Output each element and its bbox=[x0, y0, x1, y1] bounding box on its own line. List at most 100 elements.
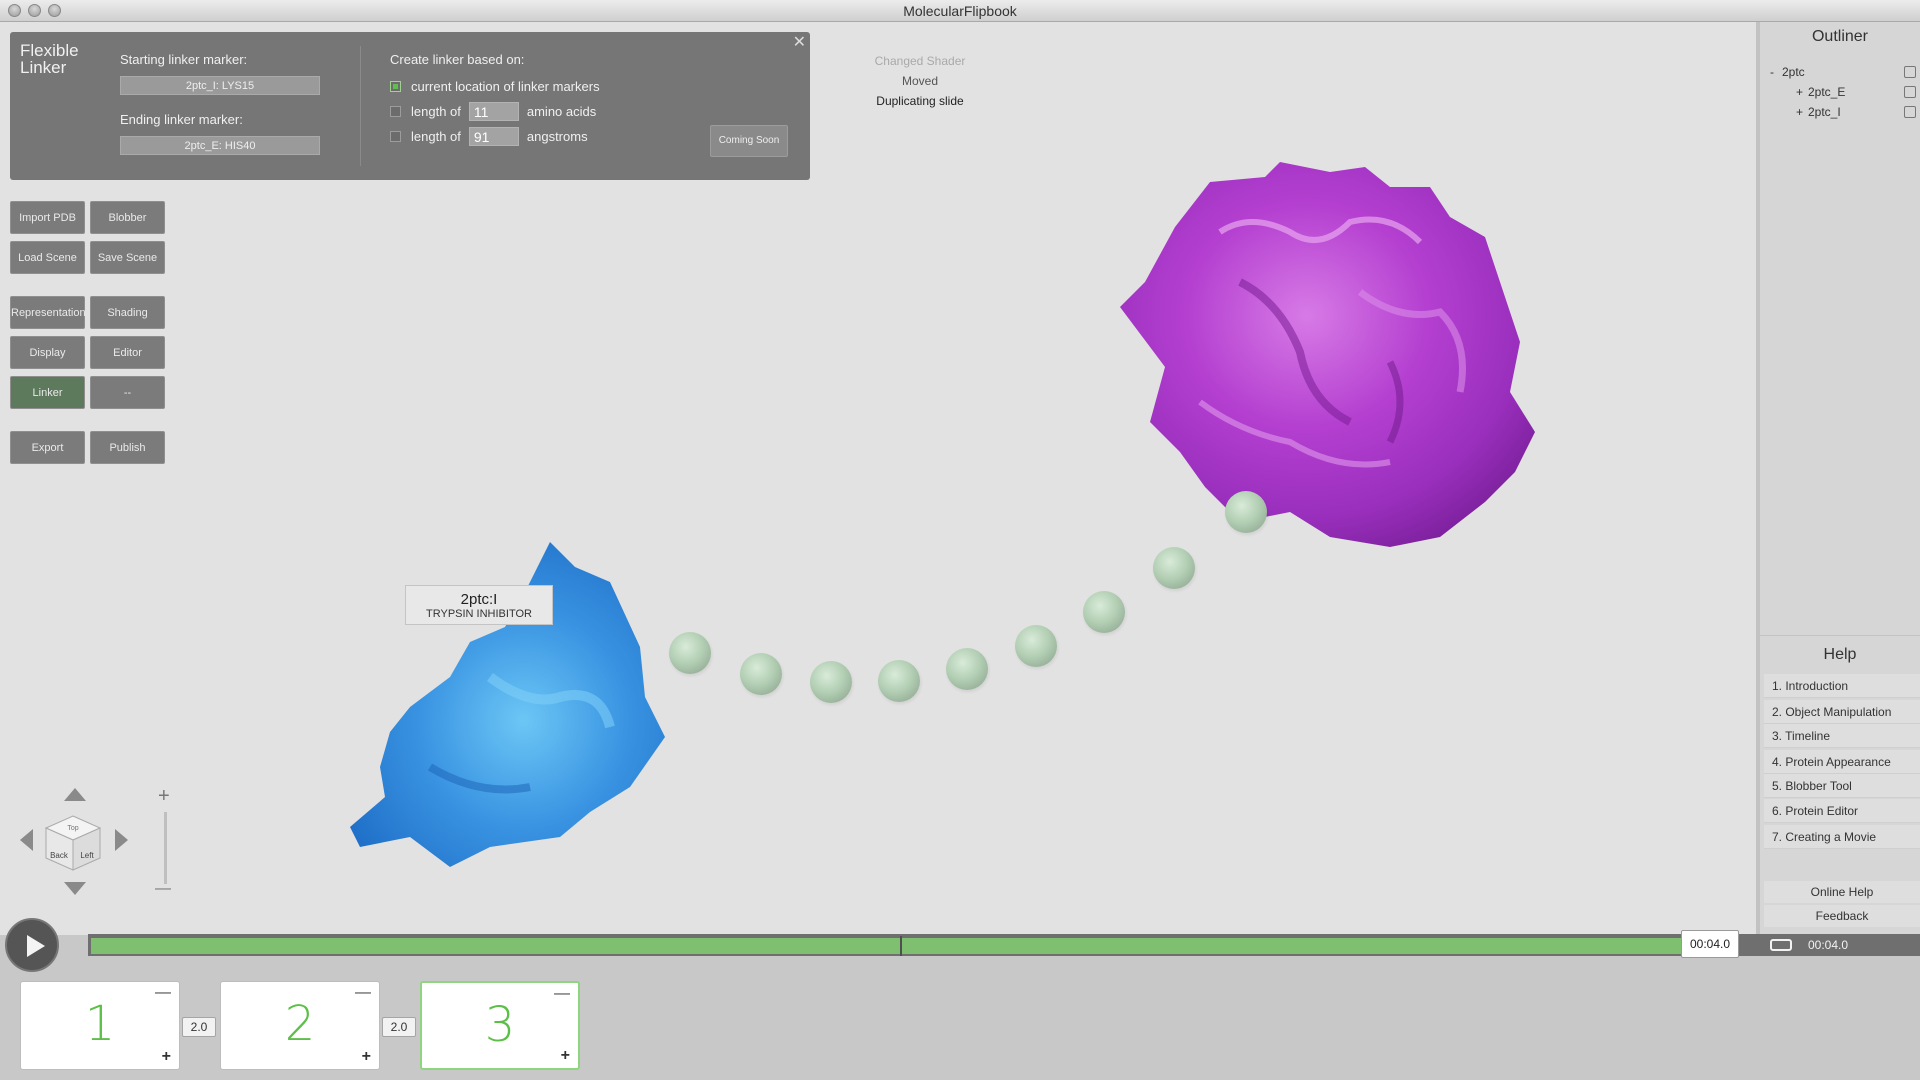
length-of-label: length of bbox=[411, 103, 461, 119]
remove-slide-button[interactable]: — bbox=[554, 985, 570, 1003]
rotate-right-icon[interactable] bbox=[115, 829, 128, 851]
zoom-slider-track[interactable] bbox=[164, 812, 167, 884]
remove-slide-button[interactable]: — bbox=[355, 984, 371, 1002]
online-help-link[interactable]: Online Help bbox=[1764, 881, 1920, 903]
loop-icon[interactable] bbox=[1770, 939, 1792, 951]
lock-icon[interactable] bbox=[1904, 86, 1916, 98]
linker-sphere[interactable] bbox=[1015, 625, 1057, 667]
help-title: Help bbox=[1823, 646, 1857, 663]
angstroms-checkbox[interactable] bbox=[390, 130, 401, 142]
editor-button[interactable]: Editor bbox=[90, 336, 165, 369]
remove-slide-button[interactable]: — bbox=[155, 984, 171, 1002]
add-slide-button[interactable]: + bbox=[362, 1048, 371, 1066]
amino-acids-input[interactable]: 11 bbox=[468, 101, 519, 121]
play-icon bbox=[27, 935, 45, 957]
outliner-title: Outliner bbox=[1811, 28, 1869, 45]
linker-sphere[interactable] bbox=[740, 653, 782, 695]
save-scene-button[interactable]: Save Scene bbox=[90, 241, 165, 274]
linker-sphere[interactable] bbox=[810, 661, 852, 703]
view-cube[interactable]: Top Back Left bbox=[42, 812, 104, 874]
starting-marker-field[interactable]: 2ptc_I: LYS15 bbox=[120, 76, 320, 95]
log-entry: Moved bbox=[901, 74, 939, 88]
linker-sphere[interactable] bbox=[878, 660, 920, 702]
slide-number: 2 bbox=[284, 996, 316, 1052]
outliner-item-2ptc[interactable]: 2ptc bbox=[1782, 65, 1805, 79]
current-location-label: current location of linker markers bbox=[411, 78, 600, 94]
timeline-progress[interactable] bbox=[91, 938, 1685, 954]
right-sidebar: Outliner - 2ptc + 2ptc_E + 2ptc_I Help 1… bbox=[1756, 22, 1920, 935]
angstroms-input[interactable]: 91 bbox=[468, 126, 519, 146]
option-current-location[interactable]: current location of linker markers bbox=[390, 77, 600, 95]
current-location-checkbox[interactable] bbox=[390, 80, 401, 92]
zoom-in-button[interactable]: + bbox=[158, 785, 170, 808]
window-title: MolecularFlipbook bbox=[903, 3, 1017, 19]
3d-viewport[interactable]: Flexible Linker Starting linker marker: … bbox=[0, 22, 1756, 935]
linker-sphere[interactable] bbox=[1225, 491, 1267, 533]
amino-acids-unit: amino acids bbox=[526, 103, 597, 119]
load-scene-button[interactable]: Load Scene bbox=[10, 241, 85, 274]
help-item[interactable]: 5. Blobber Tool bbox=[1764, 774, 1920, 798]
panel-divider bbox=[360, 46, 361, 166]
slide-number: 3 bbox=[484, 997, 516, 1053]
help-item[interactable]: 6. Protein Editor bbox=[1764, 799, 1920, 823]
representation-button[interactable]: Representation bbox=[10, 296, 86, 329]
outliner-toggle[interactable]: - bbox=[1770, 65, 1774, 79]
transition-duration[interactable]: 2.0 bbox=[382, 1017, 416, 1037]
linker-sphere[interactable] bbox=[946, 648, 988, 690]
help-item[interactable]: 4. Protein Appearance bbox=[1764, 750, 1920, 774]
blobber-button[interactable]: Blobber bbox=[90, 201, 165, 234]
flexible-linker-panel: Flexible Linker Starting linker marker: … bbox=[10, 32, 810, 180]
timeline-slide-marker[interactable] bbox=[900, 936, 902, 956]
ending-marker-field[interactable]: 2ptc_E: HIS40 bbox=[120, 136, 320, 155]
outliner-toggle[interactable]: + bbox=[1796, 105, 1803, 119]
display-button[interactable]: Display bbox=[10, 336, 85, 369]
molecule-name: 2ptc:I bbox=[460, 591, 498, 608]
outliner-toggle[interactable]: + bbox=[1796, 85, 1803, 99]
transition-duration[interactable]: 2.0 bbox=[182, 1017, 216, 1037]
add-slide-button[interactable]: + bbox=[561, 1047, 570, 1065]
feedback-link[interactable]: Feedback bbox=[1764, 905, 1920, 927]
more-button[interactable]: -- bbox=[90, 376, 165, 409]
slide-thumbnail-selected[interactable]: 3 — + bbox=[420, 981, 580, 1070]
rotate-down-icon[interactable] bbox=[64, 882, 86, 895]
zoom-out-button[interactable]: — bbox=[155, 880, 171, 898]
shading-button[interactable]: Shading bbox=[90, 296, 165, 329]
cube-left-label: Left bbox=[80, 851, 94, 860]
play-button[interactable] bbox=[5, 918, 59, 972]
sidebar-divider bbox=[1760, 635, 1920, 636]
rotate-left-icon[interactable] bbox=[20, 829, 33, 851]
linker-sphere[interactable] bbox=[1083, 591, 1125, 633]
close-icon[interactable]: ✕ bbox=[793, 32, 806, 52]
help-item[interactable]: 1. Introduction bbox=[1764, 674, 1920, 698]
molecule-description: TRYPSIN INHIBITOR bbox=[426, 608, 532, 620]
option-amino-acids[interactable]: length of 11 amino acids bbox=[390, 101, 597, 121]
add-slide-button[interactable]: + bbox=[162, 1048, 171, 1066]
slide-thumbnail[interactable]: 2 — + bbox=[220, 981, 380, 1070]
lock-icon[interactable] bbox=[1904, 106, 1916, 118]
molecule-label: 2ptc:I TRYPSIN INHIBITOR bbox=[405, 585, 553, 625]
current-time[interactable]: 00:04.0 bbox=[1681, 930, 1739, 958]
publish-button[interactable]: Publish bbox=[90, 431, 165, 464]
linker-button[interactable]: Linker bbox=[10, 376, 85, 409]
help-item[interactable]: 3. Timeline bbox=[1764, 724, 1920, 748]
protein-2ptc-e[interactable] bbox=[1090, 142, 1550, 562]
export-button[interactable]: Export bbox=[10, 431, 85, 464]
cube-back-label: Back bbox=[50, 851, 69, 860]
coming-soon-button[interactable]: Coming Soon bbox=[710, 125, 788, 157]
log-entry: Changed Shader bbox=[874, 54, 966, 68]
outliner-item-2ptc-e[interactable]: 2ptc_E bbox=[1808, 85, 1845, 99]
starting-marker-label: Starting linker marker: bbox=[120, 52, 248, 67]
linker-sphere[interactable] bbox=[1153, 547, 1195, 589]
linker-panel-title: Flexible Linker bbox=[20, 41, 79, 77]
outliner-item-2ptc-i[interactable]: 2ptc_I bbox=[1808, 105, 1841, 119]
length-of-label: length of bbox=[411, 128, 461, 144]
rotate-up-icon[interactable] bbox=[64, 788, 86, 801]
help-item[interactable]: 7. Creating a Movie bbox=[1764, 825, 1920, 849]
import-pdb-button[interactable]: Import PDB bbox=[10, 201, 85, 234]
option-angstroms[interactable]: length of 91 angstroms bbox=[390, 126, 588, 146]
lock-icon[interactable] bbox=[1904, 66, 1916, 78]
amino-acids-checkbox[interactable] bbox=[390, 105, 401, 117]
linker-sphere[interactable] bbox=[669, 632, 711, 674]
slide-thumbnail[interactable]: 1 — + bbox=[20, 981, 180, 1070]
help-item[interactable]: 2. Object Manipulation bbox=[1764, 700, 1920, 724]
